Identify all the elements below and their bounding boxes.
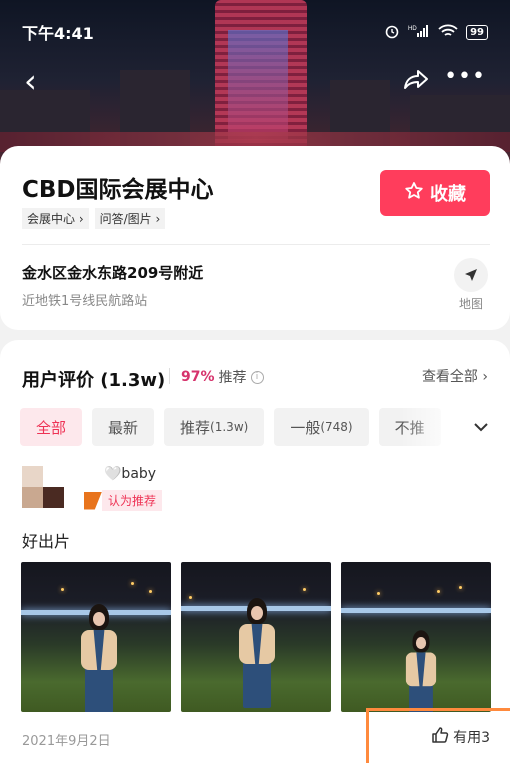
tag-category[interactable]: 会展中心 › xyxy=(22,208,89,229)
divider xyxy=(169,368,170,384)
recommend-badge: 认为推荐 xyxy=(84,490,163,511)
filter-chip-recommend[interactable]: 推荐 (1.3w) xyxy=(164,408,265,446)
top-nav: ‹ ••• xyxy=(20,64,490,100)
venue-title: CBD国际会展中心 xyxy=(22,177,214,203)
recommend-rate: 97% 推荐 i xyxy=(181,367,264,387)
wifi-icon xyxy=(438,24,458,41)
metro-info: 近地铁1号线民航路站 xyxy=(22,294,148,309)
favorite-label: 收藏 xyxy=(430,184,466,205)
info-icon[interactable]: i xyxy=(250,370,264,384)
tag-qa-photos[interactable]: 问答/图片 › xyxy=(94,208,166,229)
review-filters: 全部 最新 推荐(1.3w) 一般(748) 不推 xyxy=(20,408,460,446)
reviews-title: 用户评价 (1.3w) xyxy=(22,370,166,391)
map-label: 地图 xyxy=(458,297,483,311)
review-photo[interactable] xyxy=(341,562,491,712)
username[interactable]: 🤍baby xyxy=(104,466,156,482)
more-icon[interactable]: ••• xyxy=(444,64,486,89)
share-icon[interactable] xyxy=(402,68,430,96)
filter-chip-latest[interactable]: 最新 xyxy=(92,408,155,446)
see-all-link[interactable]: 查看全部 › xyxy=(422,366,488,386)
see-all-label: 查看全部 xyxy=(421,369,478,385)
network-label: HD xyxy=(408,26,417,32)
signal-icon: HD xyxy=(408,24,430,41)
status-time: 下午4:41 xyxy=(22,24,94,43)
star-icon xyxy=(404,181,424,206)
useful-button[interactable]: 有用3 xyxy=(431,726,490,748)
reviews-card: 用户评价 (1.3w) 97% 推荐 i 查看全部 › 全部 最新 推荐 (1.3… xyxy=(0,340,510,763)
useful-label: 有用3 xyxy=(453,730,490,746)
favorite-button[interactable]: 收藏 xyxy=(380,170,490,216)
alarm-icon xyxy=(384,23,400,42)
review-date: 2021年9月2日 xyxy=(22,734,111,749)
venue-card: CBD国际会展中心 会展中心 › 问答/图片 › 收藏 金水区金水东路209号附… xyxy=(0,146,510,330)
filter-chip-all[interactable]: 全部 xyxy=(20,408,83,446)
address: 金水区金水东路209号附近 xyxy=(22,264,204,282)
recommend-pct: 97% xyxy=(181,369,215,385)
chevron-down-icon[interactable] xyxy=(470,416,492,438)
back-icon[interactable]: ‹ xyxy=(24,65,37,97)
thumbs-up-icon xyxy=(431,726,449,748)
battery-icon: 99 xyxy=(466,24,488,40)
recommend-label: 推荐 xyxy=(218,370,247,386)
flag-icon xyxy=(84,491,102,510)
divider xyxy=(22,244,490,245)
map-button[interactable]: 地图 xyxy=(452,258,490,312)
filter-chip-average[interactable]: 一般 (748) xyxy=(274,408,369,446)
review-photo[interactable] xyxy=(21,562,171,712)
avatar[interactable] xyxy=(22,466,64,508)
review-photos xyxy=(21,562,491,712)
navigation-arrow-icon xyxy=(454,258,488,292)
review-photo[interactable] xyxy=(181,562,331,712)
status-bar: 下午4:41 HD 99 xyxy=(22,20,488,44)
review-text: 好出片 xyxy=(22,532,71,551)
chevron-right-icon: › xyxy=(482,369,488,385)
